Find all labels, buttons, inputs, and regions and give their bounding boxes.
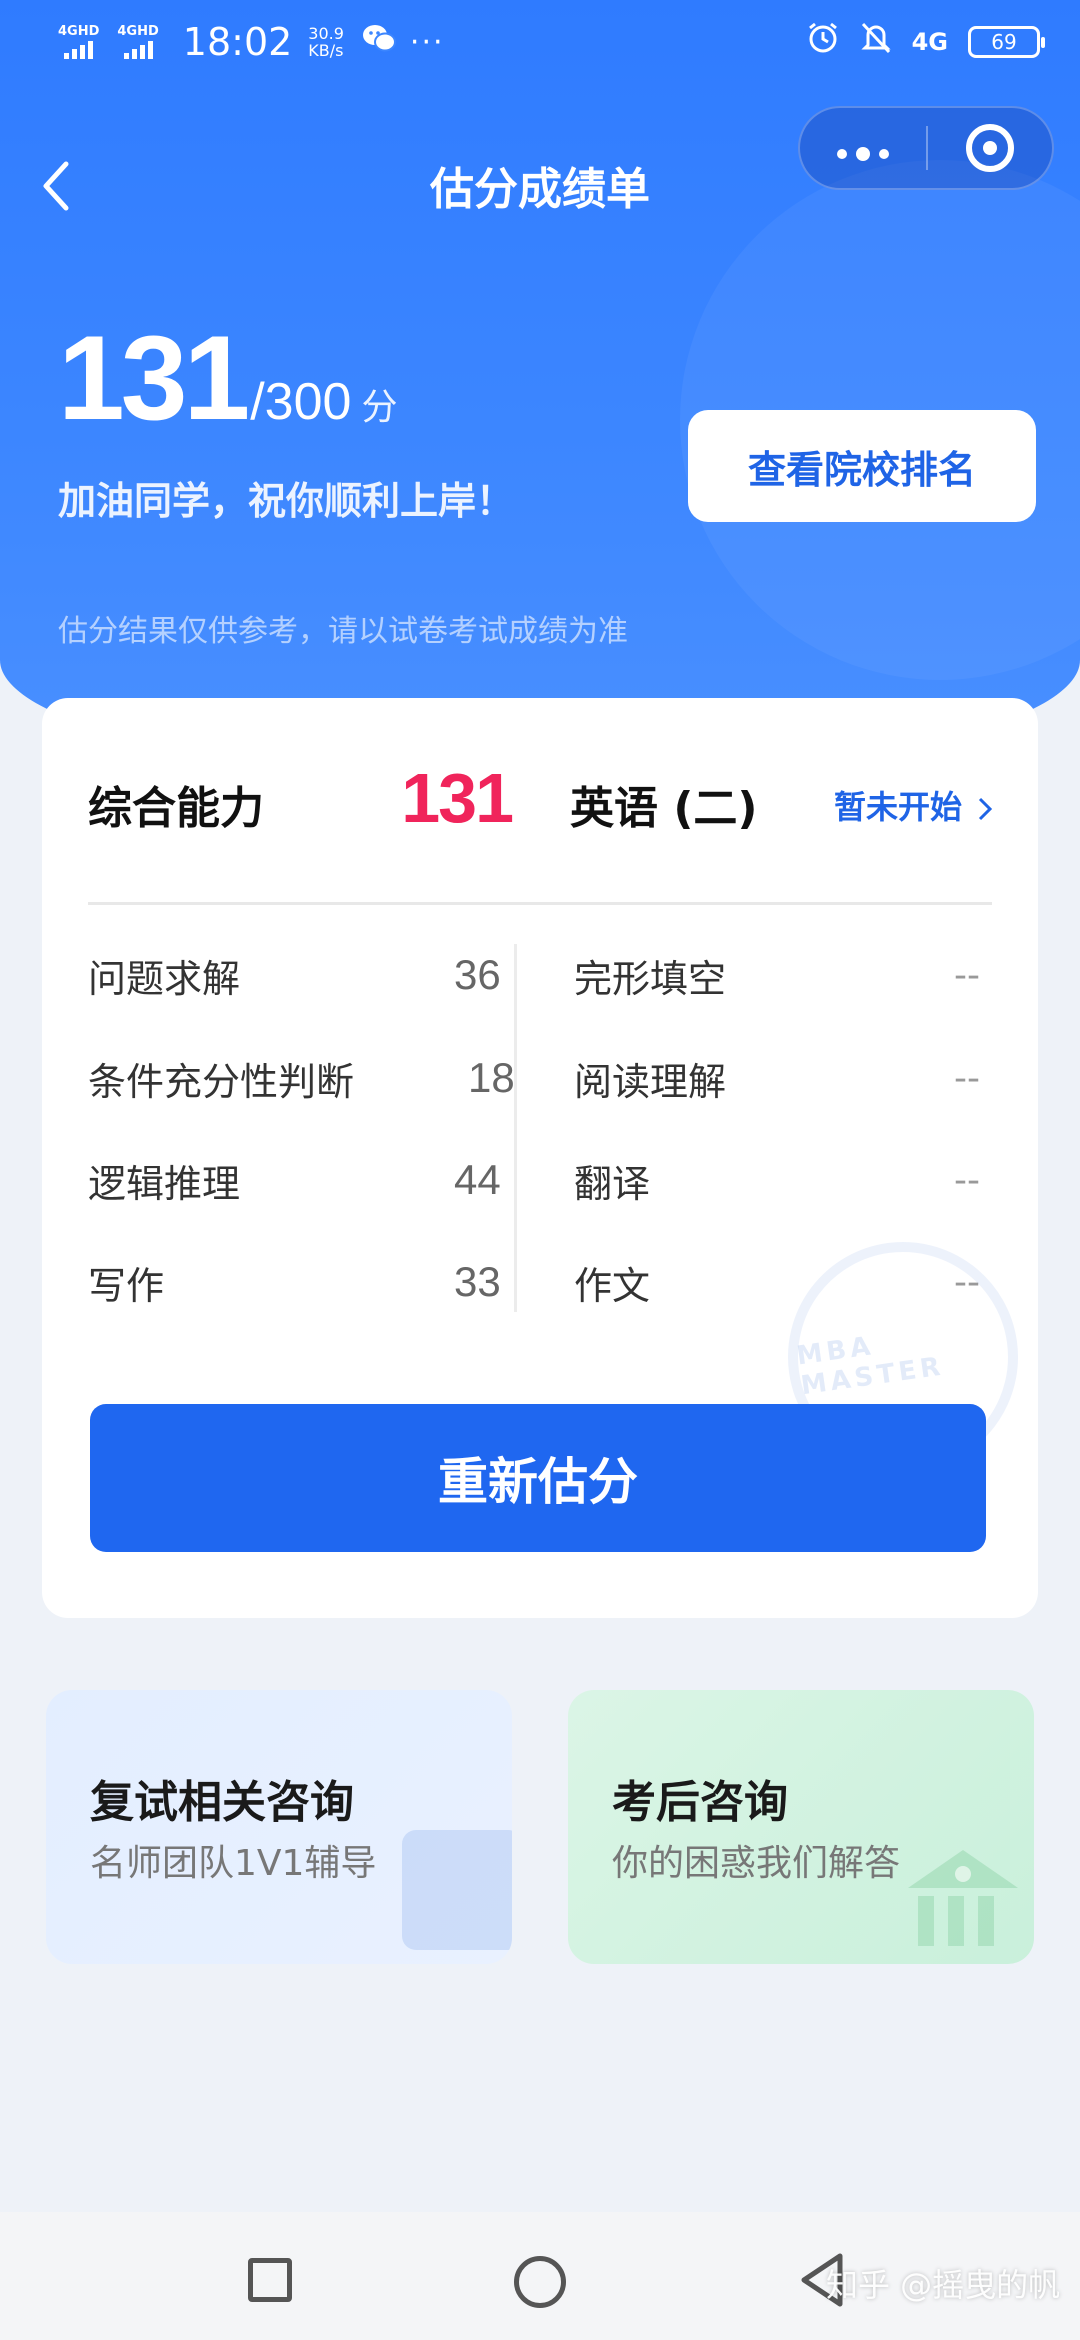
chevron-right-icon	[979, 797, 993, 821]
signal-icon: 4GHD	[58, 25, 99, 59]
score-unit: 分	[361, 387, 398, 428]
building-icon	[908, 1850, 1018, 1946]
comprehensive-title: 综合能力	[88, 783, 264, 834]
item-value: 36	[454, 951, 501, 998]
recent-apps-button[interactable]	[248, 2258, 292, 2302]
more-menu-button[interactable]	[800, 125, 926, 171]
list-item: 问题求解 36	[88, 945, 501, 1005]
column-divider	[514, 944, 517, 1312]
status-bar: 4GHD 4GHD 18:02 30.9 KB/s ··· 4G 69	[0, 0, 1080, 84]
view-school-ranking-button[interactable]: 查看院校排名	[688, 410, 1036, 522]
promo-title: 复试相关咨询	[90, 1777, 354, 1828]
retest-consult-card[interactable]: 复试相关咨询 名师团队1V1辅导	[46, 1690, 512, 1964]
item-value: 18	[468, 1054, 515, 1101]
battery-level: 69	[991, 30, 1017, 54]
alarm-icon	[806, 21, 840, 63]
promo-subtitle: 名师团队1V1辅导	[90, 1843, 377, 1884]
item-label: 问题求解	[88, 956, 241, 1001]
document-icon	[402, 1830, 512, 1950]
comprehensive-score: 131	[401, 759, 514, 837]
network-type: 4G	[911, 28, 948, 56]
item-label: 作文	[574, 1263, 651, 1308]
signal-icon: 4GHD	[117, 24, 159, 59]
disclaimer-text: 估分结果仅供参考，请以试卷考试成绩为准	[58, 614, 628, 649]
speed-value: 30.9	[308, 24, 344, 43]
english-status-label: 暂未开始	[834, 788, 963, 826]
more-dots-icon	[837, 147, 889, 161]
list-item: 条件充分性判断 18	[88, 1048, 515, 1108]
item-value: --	[954, 1159, 980, 1201]
cheer-text: 加油同学，祝你顺利上岸！	[58, 479, 515, 523]
item-label: 阅读理解	[574, 1059, 727, 1104]
score-detail-card: 综合能力 131 英语 (二) 暂未开始 问题求解 36 条件充分性判断 18 …	[42, 698, 1038, 1618]
item-label: 写作	[88, 1263, 165, 1308]
watermark-text: 知乎 @摇曳的帆	[826, 2266, 1061, 2304]
post-exam-consult-card[interactable]: 考后咨询 你的困惑我们解答	[568, 1690, 1034, 1964]
item-value: --	[954, 1057, 980, 1099]
close-miniprogram-button[interactable]	[928, 124, 1052, 172]
wechat-icon	[362, 23, 396, 61]
more-dots-icon: ···	[409, 24, 445, 60]
list-item: 逻辑推理 44	[88, 1150, 501, 1210]
english-title: 英语 (二)	[570, 783, 758, 834]
score-total: /300	[250, 373, 352, 431]
speed-unit: KB/s	[308, 41, 344, 60]
item-label: 条件充分性判断	[88, 1059, 355, 1104]
list-item: 完形填空 --	[574, 945, 994, 1005]
signal-label: 4GHD	[117, 24, 159, 39]
score-value: 131	[58, 311, 250, 445]
item-value: 44	[454, 1156, 501, 1203]
promo-title: 考后咨询	[612, 1777, 788, 1828]
item-label: 完形填空	[574, 956, 727, 1001]
clock: 18:02	[182, 20, 293, 64]
item-value: 33	[454, 1258, 501, 1305]
reestimate-button[interactable]: 重新估分	[90, 1404, 986, 1552]
card-header: 综合能力 131 英语 (二) 暂未开始	[42, 698, 1038, 902]
promo-subtitle: 你的困惑我们解答	[612, 1843, 901, 1884]
english-status-link[interactable]: 暂未开始	[834, 782, 993, 828]
list-item: 阅读理解 --	[574, 1048, 994, 1108]
item-label: 翻译	[574, 1161, 651, 1206]
network-speed: 30.9 KB/s	[308, 25, 344, 59]
item-value: --	[954, 954, 980, 996]
item-label: 逻辑推理	[88, 1161, 241, 1206]
miniprogram-capsule	[798, 106, 1054, 190]
signal-label: 4GHD	[58, 24, 100, 39]
total-score: 131 /300 分	[58, 318, 397, 438]
home-button[interactable]	[514, 2256, 566, 2308]
list-item: 翻译 --	[574, 1150, 994, 1210]
stamp-text: MBA MASTER	[794, 1331, 947, 1402]
target-icon	[966, 124, 1014, 172]
mute-bell-icon	[860, 21, 892, 63]
list-item: 写作 33	[88, 1252, 501, 1312]
battery-icon: 69	[968, 26, 1045, 58]
header-divider	[88, 902, 992, 905]
